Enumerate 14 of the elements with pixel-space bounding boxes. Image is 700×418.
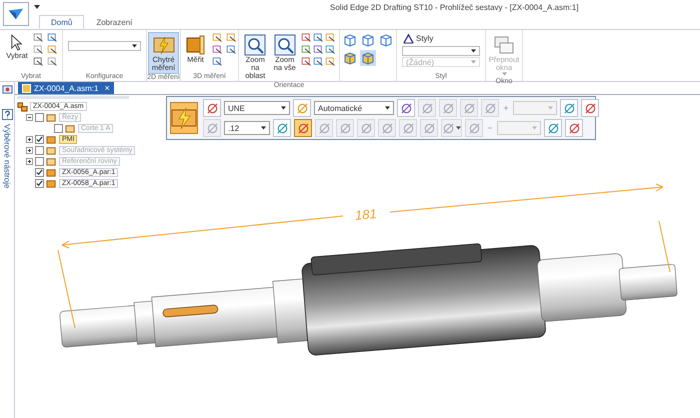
ribbon-tab[interactable]: Zobrazení [84, 15, 144, 29]
dimension-value: 181 [354, 206, 378, 223]
document-tab-label: ZX-0004_A.asm:1 [34, 84, 98, 92]
close-tab-button[interactable]: × [104, 83, 110, 93]
document-tab[interactable]: ZX-0004_A.asm:1 × [18, 82, 114, 94]
sign-label: − [486, 123, 494, 133]
toolbar-dropdown[interactable]: UNE [224, 101, 290, 115]
toolbar-dropdown[interactable]: Automatické [314, 101, 394, 115]
styles-button[interactable]: Styly [402, 32, 434, 45]
window-title: Solid Edge 2D Drafting ST10 - Prohlížeč sestavy - [ZX-0004_A.asm:1] [330, 3, 579, 12]
sign-label: + [502, 103, 510, 113]
toolbar-dropdown[interactable]: .12 [224, 121, 270, 135]
ribbon-tab[interactable]: Domů [39, 15, 84, 29]
side-panel-label[interactable]: Výběrové nástroje [2, 124, 12, 188]
